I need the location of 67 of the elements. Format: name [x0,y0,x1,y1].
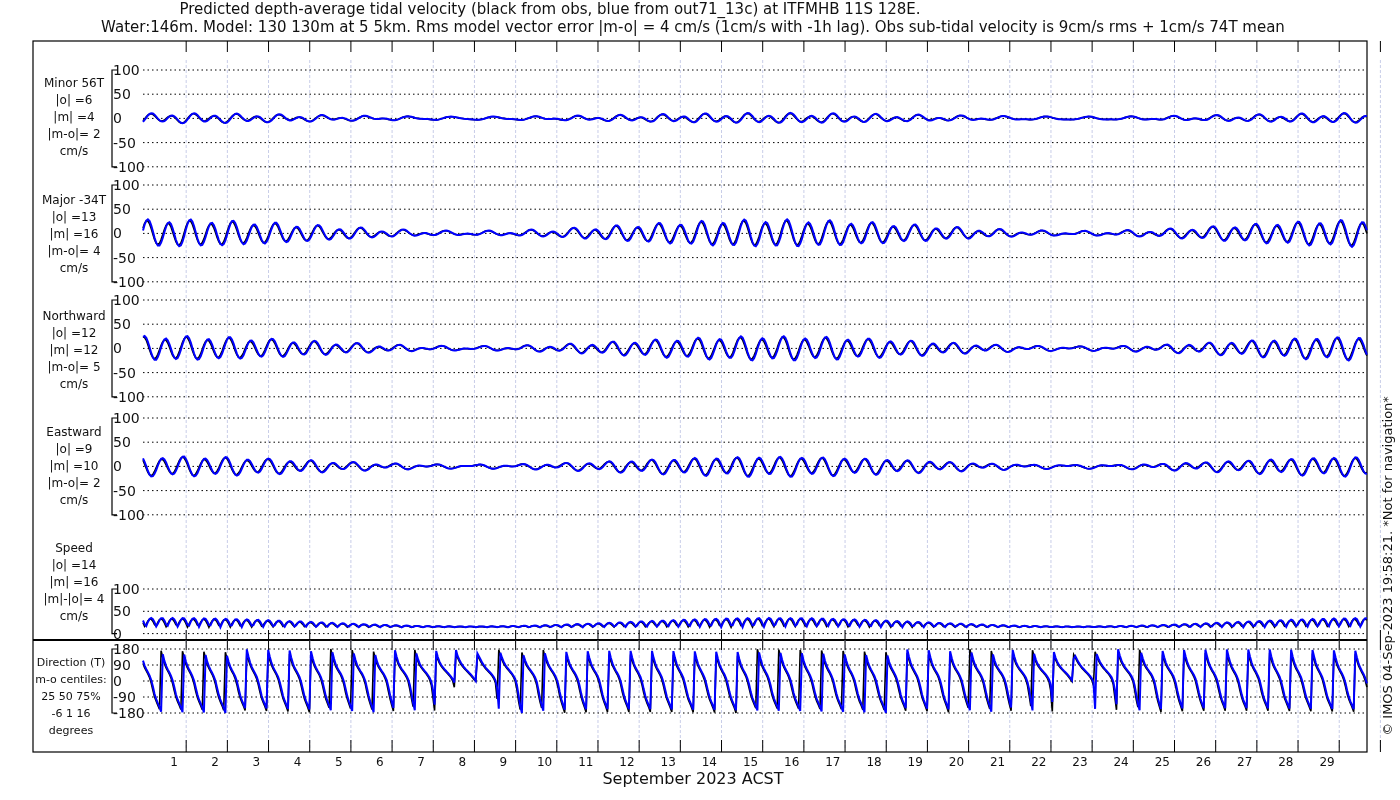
axis-tick-label: 100 [113,292,140,308]
panel-label: Eastward |o| =9 |m| =10 |m-o|= 2 cm/s [46,425,102,507]
axis-tick-label: 2 [211,755,219,769]
axis-tick-label: 16 [784,755,800,769]
axis-tick-label: 100 [113,62,140,78]
axis-tick-label: 9 [499,755,508,769]
axis-tick-label: 29 [1319,755,1335,769]
axis-tick-label: 20 [948,755,965,769]
axis-tick-label: 14 [701,755,717,769]
axis-tick-label: 22 [1031,755,1047,769]
axis-tick-label: -50 [113,364,136,381]
axis-tick-label: 11 [578,755,594,769]
axis-tick-label: 23 [1072,755,1088,769]
axis-tick-label: -100 [113,388,145,405]
axis-tick-label: 50 [113,434,131,451]
panel-label: Northward |o| =12 |m| =12 |m-o|= 5 cm/s [42,309,106,391]
axis-tick-label: 19 [907,755,923,769]
panel-label: Speed |o| =14 |m| =16 |m|-|o|= 4 cm/s [43,541,105,623]
axis-tick-label: 0 [113,625,122,642]
axis-tick-label: 50 [113,316,131,333]
axis-tick-label: -180 [113,705,145,721]
axis-tick-label: 25 [1154,755,1170,769]
axis-tick-label: 1 [170,755,178,769]
axis-tick-label: 8 [458,755,467,769]
axis-tick-label: 100 [113,410,140,426]
axis-tick-label: 50 [113,603,131,620]
chart-subtitle: Water:146m. Model: 130 130m at 5 5km. Rms model vector error |m-o| = 4 cm/s (1cm/s with -1h lag). Obs sub-tidal velocity is 9cm/s rms + 1cm/s 74T mean [101,18,1285,36]
axis-tick-label: 24 [1113,755,1129,769]
axis-tick-label: 0 [113,225,122,242]
axis-tick-label: -50 [113,249,136,266]
axis-tick-label: 50 [113,201,131,218]
axis-tick-label: 21 [989,755,1006,769]
axis-tick-label: 100 [113,581,140,597]
axis-tick-label: -90 [113,689,136,705]
axis-tick-label: 10 [537,755,553,769]
axis-tick-label: 100 [113,177,140,193]
panel-label: Minor 56T |o| =6 |m| =4 |m-o|= 2 cm/s [44,76,104,158]
panel-label: Direction (T) m-o centiles: 25 50 75% -6 1 16 degrees [35,656,107,737]
x-axis-title: September 2023 ACST [602,769,784,788]
axis-tick-label: 0 [113,673,122,689]
panel-label: Major -34T |o| =13 |m| =16 |m-o|= 4 cm/s [41,193,107,275]
axis-tick-label: -100 [113,506,145,523]
axis-tick-label: 50 [113,86,131,103]
axis-tick-label: -100 [113,158,145,175]
axis-tick-label: 0 [113,110,122,127]
axis-tick-label: 17 [825,755,841,769]
axis-tick-label: 0 [113,340,122,357]
credit-note: © IMOS 04-Sep-2023 19:58:21. *Not for navigation* [1380,396,1395,736]
axis-tick-label: 5 [334,755,343,769]
axis-tick-label: 27 [1237,755,1253,769]
axis-tick-label: -50 [113,134,136,151]
axis-tick-label: 15 [742,755,759,769]
axis-tick-label: -100 [113,273,145,290]
axis-tick-label: 180 [113,641,140,657]
axis-tick-label: 18 [866,755,882,769]
axis-tick-label: -50 [113,482,136,499]
axis-tick-label: 4 [293,755,302,769]
axis-tick-label: 12 [619,755,635,769]
axis-tick-label: 90 [113,657,131,673]
axis-tick-label: 0 [113,458,122,475]
axis-tick-label: 26 [1195,755,1212,769]
axis-tick-label: 3 [252,755,261,769]
axis-tick-label: 6 [376,755,384,769]
chart-title: Predicted depth-average tidal velocity (black from obs, blue from out71_13c) at ITFMHB 11S 128E. [179,0,921,18]
axis-tick-label: 7 [417,755,425,769]
axis-tick-label: 13 [660,755,676,769]
axis-tick-label: 28 [1278,755,1294,769]
